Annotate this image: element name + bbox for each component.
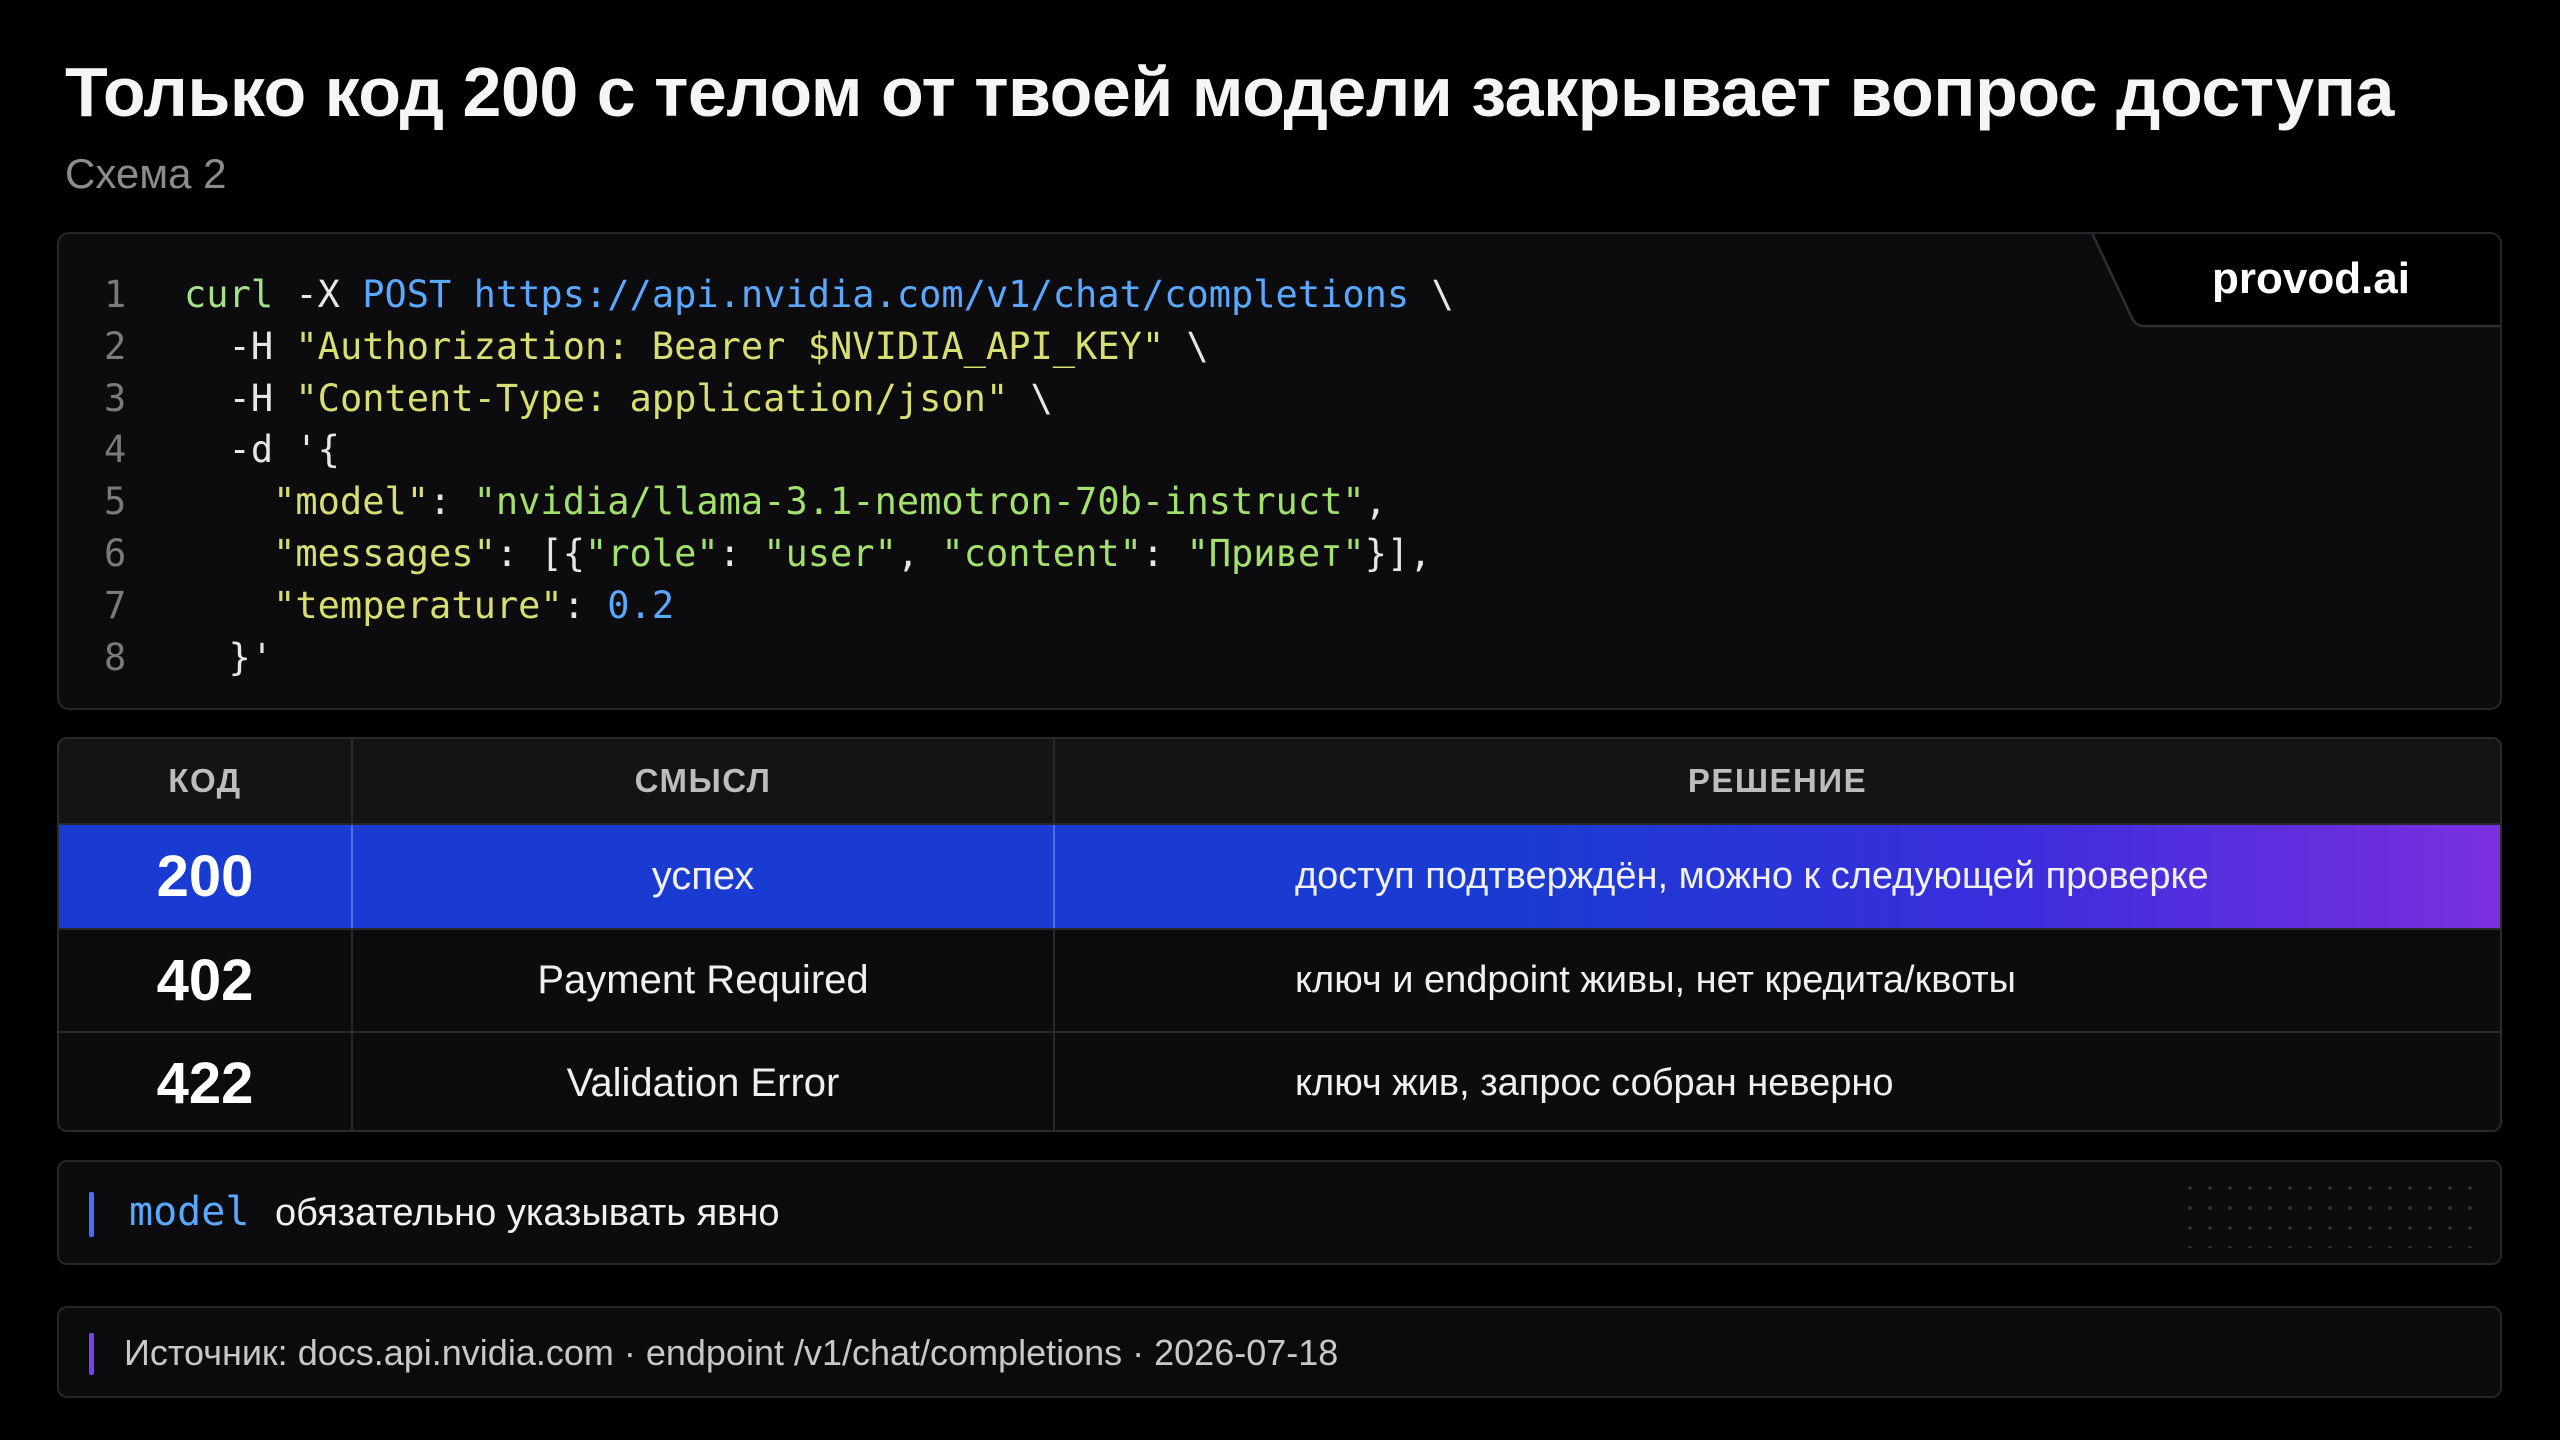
code-token: "user" — [763, 531, 897, 575]
status-code: 200 — [59, 825, 353, 928]
status-decision: ключ жив, запрос собран неверно — [1295, 1062, 1894, 1104]
code-line: 1 curl -X POST https://api.nvidia.com/v1/… — [104, 269, 1454, 321]
code-lines: 1 curl -X POST https://api.nvidia.com/v1/… — [104, 269, 1454, 683]
code-token: , — [896, 531, 942, 575]
source-footer: Источник: docs.api.nvidia.com · endpoint… — [57, 1306, 2502, 1398]
brand-tab: provod.ai — [2092, 234, 2500, 328]
code-token: }' — [184, 635, 274, 679]
code-text: "messages": [{"role": "user", "content":… — [184, 528, 1432, 580]
code-token: , — [1364, 480, 1387, 524]
code-token: \ — [1409, 273, 1454, 316]
note-accent-bar — [89, 1192, 94, 1237]
code-token: : — [429, 480, 474, 524]
table-row: 200 успех доступ подтверждён, можно к сл… — [59, 825, 2500, 928]
code-token: "temperature" — [273, 583, 563, 627]
line-number: 3 — [104, 376, 127, 420]
code-line: 8 }' — [104, 632, 1454, 684]
status-code: 422 — [59, 1033, 353, 1130]
code-token: }], — [1364, 531, 1432, 575]
code-text: -H "Authorization: Bearer $NVIDIA_API_KE… — [184, 321, 1209, 373]
code-line: 3 -H "Content-Type: application/json" \ — [104, 373, 1454, 425]
code-line: 7 "temperature": 0.2 — [104, 580, 1454, 632]
status-decision: доступ подтверждён, можно к следующей пр… — [1295, 855, 2209, 897]
code-line: 2 -H "Authorization: Bearer $NVIDIA_API_… — [104, 321, 1454, 373]
code-token: "model" — [273, 480, 430, 524]
page-subtitle: Схема 2 — [65, 150, 227, 197]
column-header-meaning: СМЫСЛ — [353, 739, 1055, 823]
page-title: Только код 200 с телом от твоей модели з… — [65, 53, 2394, 131]
line-number: 5 — [104, 480, 127, 524]
code-token: \ — [1008, 376, 1053, 420]
line-number: 7 — [104, 583, 127, 627]
brand-logo-text: provod.ai — [2211, 254, 2410, 303]
table-header-row: КОД СМЫСЛ РЕШЕНИЕ — [59, 739, 2500, 825]
code-text: -H "Content-Type: application/json" \ — [184, 373, 1053, 425]
code-token: : — [1141, 531, 1187, 575]
code-token: -d '{ — [184, 428, 340, 472]
line-number: 8 — [104, 635, 127, 679]
status-table: КОД СМЫСЛ РЕШЕНИЕ 200 успех доступ подтв… — [57, 737, 2502, 1132]
status-decision: ключ и endpoint живы, нет кредита/квоты — [1295, 959, 2016, 1001]
code-token: -X — [273, 273, 363, 316]
code-line: 4 -d '{ — [104, 424, 1454, 476]
code-token: "content" — [941, 531, 1142, 575]
code-line: 5 "model": "nvidia/llama-3.1-nemotron-70… — [104, 476, 1454, 528]
code-token: "role" — [584, 531, 719, 575]
status-meaning: Validation Error — [353, 1033, 1055, 1130]
column-header-decision: РЕШЕНИЕ — [1687, 762, 1868, 799]
code-token: -H — [184, 376, 296, 420]
code-token: "Привет" — [1186, 531, 1365, 575]
code-token: : [{ — [495, 531, 585, 575]
code-token: "nvidia/llama-3.1-nemotron-70b-instruct" — [473, 480, 1365, 524]
code-token: POST — [362, 273, 452, 316]
code-text: "model": "nvidia/llama-3.1-nemotron-70b-… — [184, 476, 1387, 528]
code-text: curl -X POST https://api.nvidia.com/v1/c… — [184, 269, 1454, 321]
dot-grid-decoration — [2180, 1178, 2480, 1248]
code-block: provod.ai 1 curl -X POST https://api.nvid… — [57, 232, 2502, 710]
note-callout: model обязательно указывать явно — [57, 1160, 2502, 1265]
line-number: 1 — [104, 273, 127, 316]
source-accent-bar — [89, 1333, 94, 1375]
code-token: -H — [184, 324, 296, 368]
note-code-term: model — [129, 1189, 250, 1235]
code-text: "temperature": 0.2 — [184, 580, 674, 632]
column-header-code: КОД — [59, 739, 353, 823]
slide: Только код 200 с телом от твоей модели з… — [0, 0, 2560, 1440]
code-text: }' — [184, 632, 274, 684]
note-text: обязательно указывать явно — [275, 1192, 780, 1234]
status-meaning: Payment Required — [353, 930, 1055, 1031]
table-row: 422 Validation Error ключ жив, запрос со… — [59, 1031, 2500, 1130]
code-token: \ — [1164, 324, 1209, 368]
code-token: "Content-Type: application/json" — [295, 376, 1009, 420]
status-meaning: успех — [353, 825, 1055, 928]
code-line: 6 "messages": [{"role": "user", "content… — [104, 528, 1454, 580]
line-number: 2 — [104, 324, 127, 368]
status-code: 402 — [59, 930, 353, 1031]
code-token: https://api.nvidia.com/v1/chat/completio… — [473, 273, 1410, 316]
code-token: curl — [184, 273, 274, 316]
table-row: 402 Payment Required ключ и endpoint жив… — [59, 928, 2500, 1031]
code-token: "messages" — [273, 531, 496, 575]
code-token: : — [718, 531, 764, 575]
code-token: : — [562, 583, 608, 627]
code-text: -d '{ — [184, 424, 340, 476]
source-text: Источник: docs.api.nvidia.com · endpoint… — [124, 1332, 1339, 1373]
line-number: 4 — [104, 428, 127, 472]
code-token: 0.2 — [607, 583, 675, 627]
line-number: 6 — [104, 531, 127, 575]
code-token: "Authorization: Bearer $NVIDIA_API_KEY" — [295, 324, 1165, 368]
